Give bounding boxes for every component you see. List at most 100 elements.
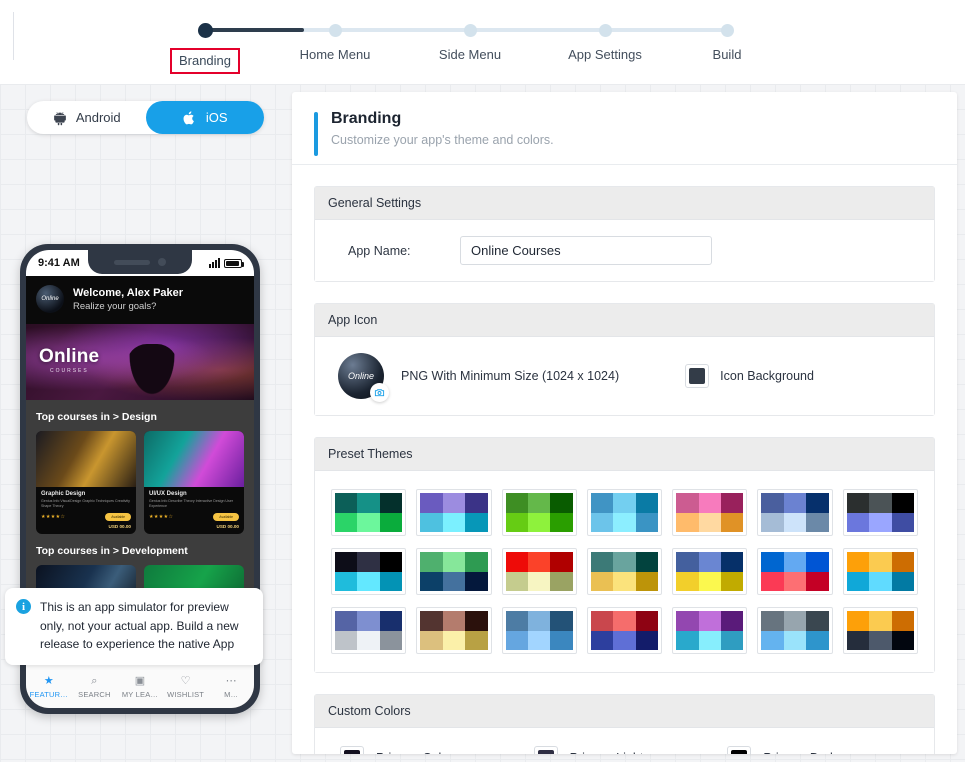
preset-theme-navy-yellow[interactable] <box>672 548 748 595</box>
preset-theme-teal-gold[interactable] <box>586 548 663 595</box>
course-title: UI/UX Design <box>149 491 187 497</box>
swatch-cell <box>442 493 466 513</box>
preset-theme-blue-sky[interactable] <box>586 489 663 536</box>
step-app-settings[interactable]: App Settings <box>540 18 670 62</box>
step-label-side-menu[interactable]: Side Menu <box>405 47 535 62</box>
tab-more[interactable]: ⋯ M… <box>208 675 254 699</box>
availability-badge: Available <box>105 512 131 521</box>
os-toggle-ios[interactable]: iOS <box>145 101 264 134</box>
swatch-cell <box>527 571 551 591</box>
color-swatch[interactable] <box>340 746 364 754</box>
swatch-cell <box>720 512 744 532</box>
swatch-cell <box>357 493 380 513</box>
preset-theme-green-navy[interactable] <box>416 548 492 595</box>
section-title-design: Top courses in > Design <box>36 411 157 423</box>
app-icon-uploader[interactable]: Online <box>338 353 389 402</box>
swatch-cell <box>635 493 659 513</box>
swatch-cell <box>891 552 914 572</box>
preset-theme-teal-green[interactable] <box>331 489 407 536</box>
swatch-cell <box>761 630 784 650</box>
tab-wishlist[interactable]: ♡ WISHLIST <box>163 675 209 699</box>
swatch-cell <box>550 611 573 631</box>
swatch-cell <box>720 552 744 572</box>
step-home-menu[interactable]: Home Menu <box>270 18 400 62</box>
custom-color-item: Primary Dark <box>727 746 921 754</box>
swatch-cell <box>891 611 914 631</box>
tab-my-learning[interactable]: ▣ MY LEA… <box>117 675 163 699</box>
swatch-cell <box>357 611 380 631</box>
course-card[interactable]: UI/UX Design Genius Info Describe Theory… <box>144 431 244 534</box>
swatch-cell <box>869 552 892 572</box>
search-icon: ⌕ <box>91 674 98 687</box>
swatch-cell <box>357 571 380 591</box>
course-price: USD 00.00 <box>216 523 239 529</box>
os-toggle-android[interactable]: Android <box>27 101 146 134</box>
swatch-cell <box>846 611 870 631</box>
tab-featured[interactable]: ★ FEATUR… <box>26 675 72 699</box>
swatch-cell <box>761 512 784 532</box>
preset-theme-blue-red[interactable] <box>757 548 833 595</box>
color-swatch[interactable] <box>727 746 752 754</box>
preset-theme-dark-indigo[interactable] <box>842 489 918 536</box>
step-side-menu[interactable]: Side Menu <box>405 18 535 62</box>
preset-theme-red-indigo[interactable] <box>586 607 663 654</box>
tab-search[interactable]: ⌕ SEARCH <box>72 675 118 699</box>
swatch-cell <box>846 630 870 650</box>
swatch-cell <box>891 493 914 513</box>
swatch-cell <box>527 493 551 513</box>
color-swatch[interactable] <box>533 746 558 754</box>
swatch-cell <box>698 552 721 572</box>
preset-theme-red-khaki[interactable] <box>501 548 577 595</box>
app-name-input[interactable] <box>460 236 712 265</box>
tab-search-label: SEARCH <box>78 689 111 699</box>
preset-theme-orange-black[interactable] <box>842 607 918 654</box>
swatch-cell <box>505 571 528 591</box>
preset-theme-green-lime[interactable] <box>501 489 577 536</box>
tab-more-label: M… <box>224 689 239 699</box>
preset-theme-black-cyan[interactable] <box>331 548 407 595</box>
page-body: Android iOS 9:41 AM Online Welcome, Alex… <box>0 84 965 762</box>
welcome-title: Welcome, Alex Paker <box>73 286 184 299</box>
preset-theme-navy-steel[interactable] <box>757 489 833 536</box>
swatch-cell <box>505 552 528 572</box>
swatch-cell <box>590 493 614 513</box>
swatch-cell <box>761 552 784 572</box>
preset-theme-purple-cyan[interactable] <box>416 489 492 536</box>
swatch-cell <box>613 552 636 572</box>
step-label-home-menu[interactable]: Home Menu <box>270 47 400 62</box>
preset-theme-gray-blue[interactable] <box>757 607 833 654</box>
swatch-cell <box>527 512 551 532</box>
step-label-branding[interactable]: Branding <box>169 48 241 74</box>
course-card[interactable]: Graphic Design Genius Info VisualDesign … <box>36 431 136 534</box>
swatch-cell <box>635 512 659 532</box>
preset-theme-brown-sand[interactable] <box>416 607 492 654</box>
preset-theme-steel-blue[interactable] <box>501 607 577 654</box>
icon-background-swatch[interactable] <box>685 364 710 388</box>
swatch-cell <box>590 552 614 572</box>
panel-header: Branding Customize your app's theme and … <box>292 92 957 165</box>
swatch-cell <box>676 512 699 532</box>
preset-theme-purple-cyan-2[interactable] <box>672 607 748 654</box>
step-dot-side-menu <box>463 24 477 37</box>
app-welcome-header: Online Welcome, Alex Paker Realize your … <box>26 276 254 324</box>
custom-colors-grid: Primary ColorPrimary LightPrimary DarkSe… <box>328 744 921 754</box>
step-label-app-settings[interactable]: App Settings <box>540 47 670 62</box>
swatch-cell <box>720 493 744 513</box>
swatch-cell <box>869 493 892 513</box>
swatch-cell <box>635 552 659 572</box>
swatch-cell <box>783 552 807 572</box>
step-branding[interactable]: Branding <box>140 18 270 74</box>
swatch-cell <box>335 571 358 591</box>
preset-theme-pink-orange[interactable] <box>672 489 748 536</box>
swatch-cell <box>379 552 403 572</box>
step-label-build[interactable]: Build <box>662 47 792 62</box>
step-build[interactable]: Build <box>662 18 792 62</box>
theme-swatch <box>676 493 744 532</box>
preset-theme-slate-gray[interactable] <box>331 607 407 654</box>
preset-theme-orange-cyan[interactable] <box>842 548 918 595</box>
swatch-cell <box>698 493 721 513</box>
swatch-cell <box>676 493 699 513</box>
camera-icon[interactable] <box>370 383 389 402</box>
swatch-cell <box>379 512 403 532</box>
os-toggle[interactable]: Android iOS <box>27 101 264 134</box>
